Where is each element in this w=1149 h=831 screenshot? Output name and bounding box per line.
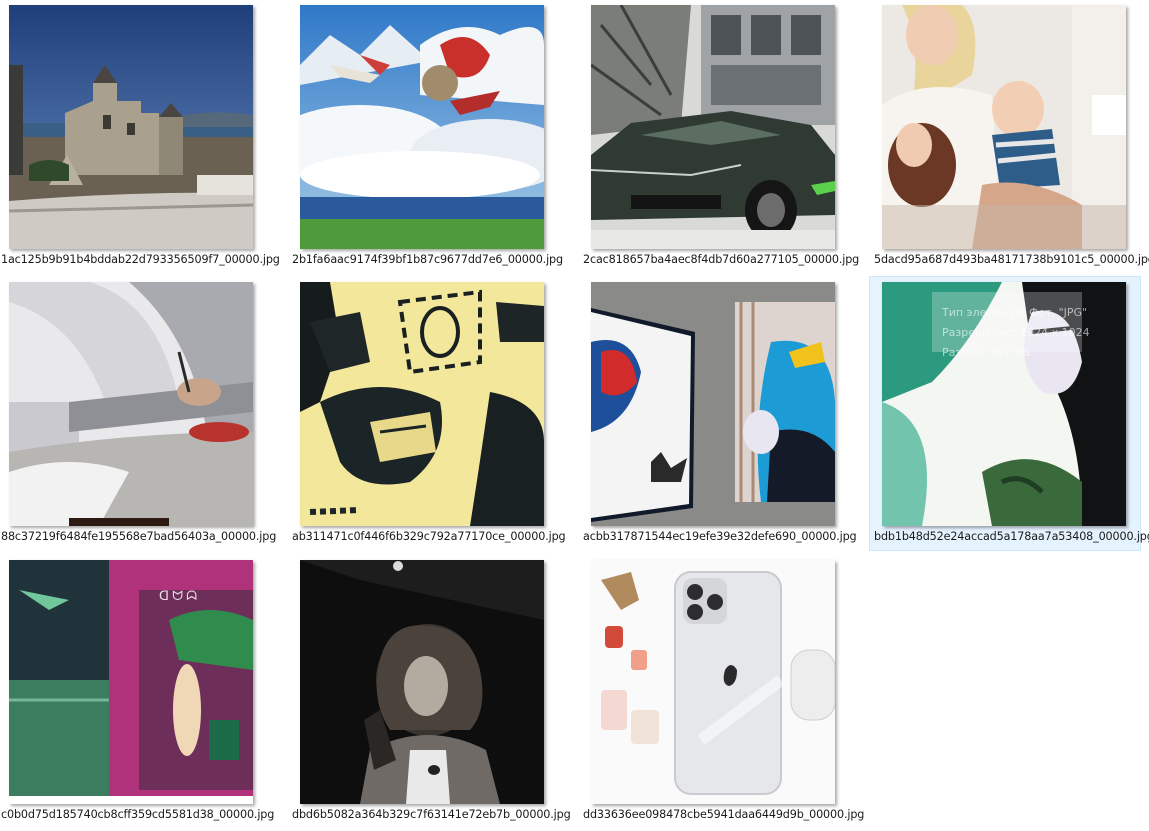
file-tile[interactable]: 2cac818657ba4aec8f4db7d60a277105_00000.j…: [582, 0, 860, 273]
green-pink-interior-thumbnail: ᗡ ᗢ ᗣ: [9, 560, 253, 804]
kitchen-counter-thumbnail: [9, 282, 253, 526]
tooltip-resolution: Разрешение: 1024 x 1024: [942, 326, 1090, 339]
svg-text:ᗡ ᗢ ᗣ: ᗡ ᗢ ᗣ: [159, 588, 197, 603]
file-name: 2cac818657ba4aec8f4db7d60a277105_00000.j…: [583, 253, 860, 266]
file-name: ab311471c0f446f6b329c792a77170ce_00000.j…: [292, 530, 566, 543]
file-name: c0b0d75d185740cb8cff359cd5581d38_00000.j…: [1, 808, 275, 821]
file-tile[interactable]: Тип элемента: Фот. "JPG" Разрешение: 102…: [869, 276, 1149, 551]
file-info-tooltip: Тип элемента: Фот. "JPG" Разрешение: 102…: [942, 302, 1092, 364]
file-tile[interactable]: dd33636ee098478cbe5941daa6449d9b_00000.j…: [582, 555, 865, 828]
file-tile[interactable]: dbd6b5082a364b329c7f63141e72eb7b_00000.j…: [291, 555, 571, 828]
file-name: 2b1fa6aac9174f39bf1b87c9677dd7e6_00000.j…: [292, 253, 563, 266]
file-tile[interactable]: 5dacd95a687d493ba48171738b9101c5_00000.j…: [873, 0, 1149, 273]
file-tile[interactable]: ᗡ ᗢ ᗣ c0b0d75d185740cb8cff359cd5581d38_0…: [0, 555, 275, 828]
wall-posters-thumbnail: [591, 282, 835, 526]
file-name: 5dacd95a687d493ba48171738b9101c5_00000.j…: [874, 253, 1149, 266]
yellow-sketch-thumbnail: [300, 282, 544, 526]
curly-haired-man-thumbnail: [300, 560, 544, 804]
file-tile[interactable]: ab311471c0f446f6b329c792a77170ce_00000.j…: [291, 277, 566, 550]
file-name: bdb1b48d52e24accad5a178aa7a53408_00000.j…: [874, 530, 1149, 543]
flying-objects-over-clouds-thumbnail: [300, 5, 544, 249]
file-name: 1ac125b9b91b4bddab22d793356509f7_00000.j…: [1, 253, 280, 266]
file-tile[interactable]: 2b1fa6aac9174f39bf1b87c9677dd7e6_00000.j…: [291, 0, 563, 273]
file-grid: 1ac125b9b91b4bddab22d793356509f7_00000.j…: [0, 0, 1149, 831]
castle-by-sea-thumbnail: [9, 5, 253, 249]
tooltip-type: Тип элемента: Фот. "JPG": [942, 306, 1088, 319]
phone-product-thumbnail: [591, 560, 835, 804]
file-name: 88c37219f6484fe195568e7bad56403a_00000.j…: [1, 530, 277, 543]
sports-car-thumbnail: [591, 5, 835, 249]
file-name: acbb317871544ec19efe39e32defe690_00000.j…: [583, 530, 857, 543]
stylized-portrait-thumbnail: Тип элемента: Фот. "JPG" Разрешение: 102…: [882, 282, 1126, 526]
file-name: dd33636ee098478cbe5941daa6449d9b_00000.j…: [583, 808, 865, 821]
file-name: dbd6b5082a364b329c7f63141e72eb7b_00000.j…: [292, 808, 571, 821]
mother-and-baby-thumbnail: [882, 5, 1126, 249]
tooltip-size: Размер: 422 КБ: [942, 346, 1031, 359]
file-tile[interactable]: 88c37219f6484fe195568e7bad56403a_00000.j…: [0, 277, 277, 550]
file-tile[interactable]: acbb317871544ec19efe39e32defe690_00000.j…: [582, 277, 857, 550]
file-tile[interactable]: 1ac125b9b91b4bddab22d793356509f7_00000.j…: [0, 0, 280, 273]
